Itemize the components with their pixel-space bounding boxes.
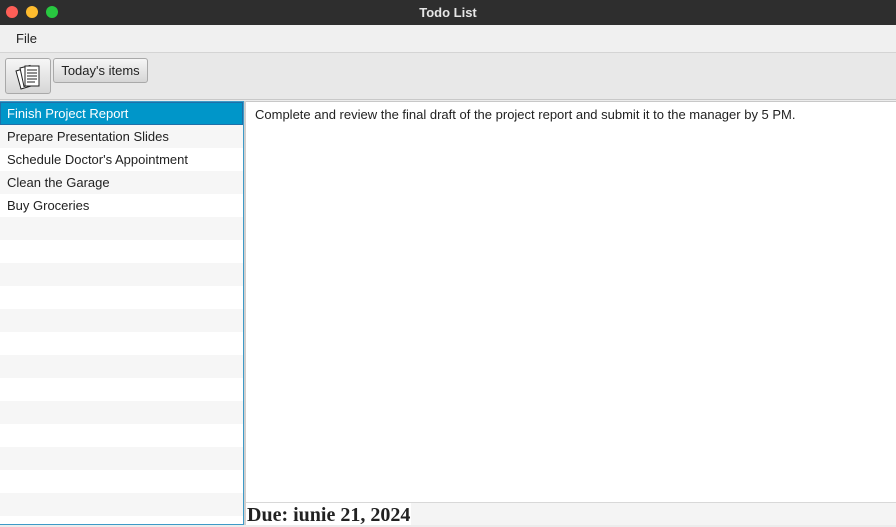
- todo-description: Complete and review the final draft of t…: [255, 107, 796, 122]
- empty-row: [0, 401, 243, 424]
- empty-row: [0, 493, 243, 516]
- list-item[interactable]: Clean the Garage: [0, 171, 243, 194]
- empty-row: [0, 309, 243, 332]
- window-title: Todo List: [419, 5, 477, 20]
- due-date-label: Due: iunie 21, 2024: [246, 503, 412, 526]
- list-item[interactable]: Finish Project Report: [0, 102, 243, 125]
- empty-row: [0, 470, 243, 493]
- todays-items-button[interactable]: Today's items: [53, 58, 148, 83]
- detail-pane: Complete and review the final draft of t…: [246, 101, 896, 502]
- empty-row: [0, 355, 243, 378]
- title-bar: Todo List: [0, 0, 896, 25]
- empty-row: [0, 378, 243, 401]
- empty-row: [0, 240, 243, 263]
- list-item[interactable]: Buy Groceries: [0, 194, 243, 217]
- due-date-bar: Due: iunie 21, 2024: [246, 502, 896, 526]
- todo-list[interactable]: Finish Project Report Prepare Presentati…: [0, 101, 244, 525]
- menu-bar: File: [0, 25, 896, 53]
- empty-row: [0, 217, 243, 240]
- empty-row: [0, 286, 243, 309]
- empty-row: [0, 263, 243, 286]
- empty-row: [0, 424, 243, 447]
- documents-button[interactable]: [5, 58, 51, 94]
- documents-icon: [15, 64, 40, 90]
- empty-row: [0, 447, 243, 470]
- menu-file[interactable]: File: [16, 25, 37, 52]
- list-item[interactable]: Prepare Presentation Slides: [0, 125, 243, 148]
- toolbar: Today's items: [0, 53, 896, 100]
- list-item[interactable]: Schedule Doctor's Appointment: [0, 148, 243, 171]
- empty-row: [0, 332, 243, 355]
- empty-row: [0, 516, 243, 524]
